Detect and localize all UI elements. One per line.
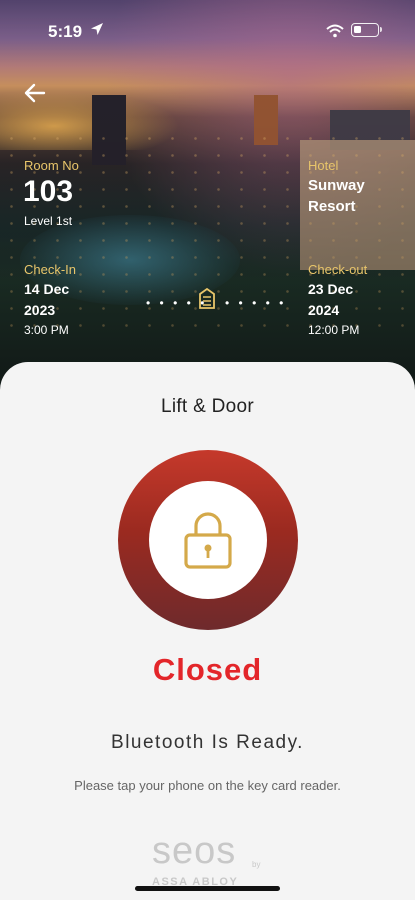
sheet-title: Lift & Door (160, 396, 255, 417)
room-number: 103 (23, 175, 74, 208)
room-level: Level 1st (24, 214, 73, 228)
check-in-time: 3:00 PM (24, 323, 69, 337)
padlock-icon (184, 512, 232, 569)
check-in-label: Check-In (24, 262, 77, 277)
lock-circle (149, 481, 267, 599)
check-in-date-line1: 14 Dec (24, 281, 70, 297)
home-indicator[interactable] (135, 886, 280, 891)
check-out-time: 12:00 PM (308, 323, 360, 337)
battery-icon (351, 23, 382, 37)
status-bar: 5:19 (0, 0, 415, 58)
back-arrow-icon[interactable] (22, 80, 48, 106)
seos-logo-word: seos (152, 830, 237, 872)
separator-dots-right: • • • • • (225, 296, 287, 310)
hotel-name-line1: Sunway (308, 177, 365, 194)
bluetooth-status: Bluetooth Is Ready. (111, 732, 304, 753)
seos-logo-by: by (252, 860, 261, 869)
check-out-date-line2: 2024 (308, 302, 340, 318)
access-sheet: Lift & Door Closed Bluetooth Is Ready. P… (0, 362, 415, 900)
room-label: Room No (24, 158, 79, 173)
seos-logo: seos by ASSA ABLOY (152, 830, 264, 890)
hotel-label: Hotel (308, 158, 339, 173)
hotel-name-line2: Resort (308, 198, 356, 215)
status-time: 5:19 (48, 22, 83, 41)
door-status: Closed (152, 652, 263, 687)
wifi-icon (326, 24, 344, 38)
unlock-button[interactable] (118, 450, 298, 630)
check-in-date-line2: 2023 (24, 302, 56, 318)
tap-hint: Please tap your phone on the key card re… (74, 778, 341, 793)
location-arrow-icon (91, 23, 103, 35)
building-icon (199, 287, 215, 309)
check-out-date-line1: 23 Dec (308, 281, 354, 297)
check-out-label: Check-out (308, 262, 368, 277)
